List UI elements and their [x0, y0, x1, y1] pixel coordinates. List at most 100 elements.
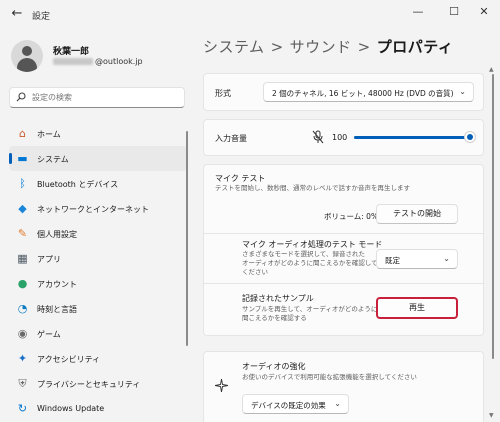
- test-mode-value: 既定: [385, 256, 400, 265]
- accessibility-icon: ✦: [17, 352, 28, 365]
- recorded-sample-title: 記録されたサンプル: [242, 294, 314, 303]
- play-button[interactable]: 再生: [376, 297, 458, 319]
- recorded-sample-desc-2: 聞こえるかを確認する: [242, 314, 307, 322]
- volume-percent: ボリューム: 0%: [324, 212, 379, 221]
- sidebar-item-label: プライバシーとセキュリティ: [37, 380, 141, 389]
- system-icon: ▬: [17, 152, 28, 165]
- sidebar-item-label: ゲーム: [37, 330, 61, 339]
- search-icon: [16, 92, 26, 105]
- sidebar-item[interactable]: ✦ アクセシビリティ: [9, 346, 187, 371]
- home-icon: ⌂: [19, 127, 26, 140]
- sidebar-item[interactable]: ⛨ プライバシーとセキュリティ: [9, 371, 187, 396]
- test-mode-title: マイク オーディオ処理のテスト モード: [242, 240, 383, 249]
- audio-enhance-value: デバイスの既定の効果: [251, 401, 326, 410]
- avatar-head: [22, 46, 32, 56]
- sidebar-item-label: 個人用設定: [37, 230, 77, 239]
- selection-indicator: [9, 153, 12, 164]
- time-language-icon: ◔: [17, 302, 28, 315]
- start-test-button[interactable]: テストの開始: [376, 204, 458, 224]
- mic-test-card: マイク テスト テストを開始し、数秒間、通常のレベルで話すか音声を再生します ボ…: [203, 164, 484, 234]
- input-volume-label: 入力音量: [215, 134, 247, 143]
- user-email-domain: @outlook.jp: [95, 57, 143, 66]
- format-dropdown[interactable]: 2 個のチャネル, 16 ビット, 48000 Hz (DVD の音質) ⌄: [263, 82, 474, 102]
- format-card: 形式 2 個のチャネル, 16 ビット, 48000 Hz (DVD の音質) …: [203, 73, 484, 111]
- chevron-down-icon: ⌄: [443, 254, 450, 263]
- input-volume-card: 入力音量 100: [203, 119, 484, 156]
- mic-test-title: マイク テスト: [215, 174, 266, 183]
- window-title: 設定: [32, 12, 51, 22]
- sidebar-item-label: システム: [37, 155, 69, 164]
- sidebar-item[interactable]: ◆ ネットワークとインターネット: [9, 196, 187, 221]
- account-icon: ●: [17, 277, 28, 290]
- audio-enhance-dropdown[interactable]: デバイスの既定の効果 ⌄: [242, 394, 349, 414]
- shield-icon: ⛨: [18, 377, 27, 390]
- recorded-sample-desc-1: サンプルを再生して、オーディオがどのように: [242, 305, 378, 313]
- sidebar-item[interactable]: ▬ システム: [9, 146, 187, 171]
- sidebar-item-label: アプリ: [37, 255, 61, 264]
- maximize-icon[interactable]: ☐: [444, 4, 464, 20]
- sidebar-item[interactable]: ● アカウント: [9, 271, 187, 296]
- sidebar-item-label: Windows Update: [37, 404, 105, 413]
- bluetooth-icon: ᛒ: [19, 177, 26, 190]
- input-volume-value: 100: [332, 133, 348, 142]
- title-bar: ← 設定 — ☐ ✕: [0, 0, 500, 28]
- chevron-down-icon: ⌄: [459, 87, 466, 96]
- scroll-up-arrow-icon[interactable]: ▲: [489, 66, 494, 73]
- test-mode-desc-3: ください: [242, 268, 268, 276]
- recorded-sample-row: 記録されたサンプル サンプルを再生して、オーディオがどのように 聞こえるかを確認…: [203, 284, 484, 336]
- search-box[interactable]: [9, 87, 185, 108]
- email-redaction: [53, 58, 93, 65]
- search-input[interactable]: [32, 91, 180, 104]
- audio-enhance-description: お使いのデバイスで利用可能な拡張機能を選択してください: [242, 373, 417, 381]
- format-label: 形式: [215, 89, 231, 98]
- user-name: 秋葉一郎: [53, 47, 90, 57]
- sidebar-item-label: Bluetooth とデバイス: [37, 180, 119, 189]
- test-mode-desc-1: さまざまなモードを選択して、録音された: [242, 250, 365, 258]
- update-icon: ↻: [17, 402, 28, 415]
- scroll-down-arrow-icon[interactable]: ▼: [489, 412, 494, 419]
- volume-slider-thumb-dot: [467, 134, 473, 140]
- content-scrollbar[interactable]: [492, 74, 494, 359]
- back-arrow-icon[interactable]: ←: [9, 6, 25, 22]
- avatar[interactable]: [11, 40, 43, 72]
- audio-enhance-title: オーディオの強化: [242, 362, 306, 371]
- sidebar-item[interactable]: ⌂ ホーム: [9, 121, 187, 146]
- volume-slider-thumb[interactable]: [464, 131, 476, 143]
- sidebar-scrollbar[interactable]: [186, 131, 188, 346]
- network-icon: ◆: [18, 202, 27, 215]
- breadcrumb-separator: >: [357, 38, 371, 56]
- apps-icon: ▦: [17, 252, 28, 265]
- sidebar-item[interactable]: ◔ 時刻と言語: [9, 296, 187, 321]
- sparkle-icon: [214, 378, 229, 395]
- audio-enhance-card: オーディオの強化 お使いのデバイスで利用可能な拡張機能を選択してください デバイ…: [203, 351, 484, 422]
- breadcrumb: システム > サウンド > プロパティ: [203, 36, 453, 57]
- sidebar-item[interactable]: ▦ アプリ: [9, 246, 187, 271]
- sidebar-item-label: 時刻と言語: [37, 305, 77, 314]
- sidebar-item[interactable]: ✎ 個人用設定: [9, 221, 187, 246]
- mic-muted-icon[interactable]: [312, 130, 324, 147]
- sidebar-item[interactable]: ◉ ゲーム: [9, 321, 187, 346]
- sidebar-item[interactable]: ᛒ Bluetooth とデバイス: [9, 171, 187, 196]
- minimize-icon[interactable]: —: [408, 4, 428, 20]
- volume-slider-track[interactable]: [354, 136, 470, 139]
- close-icon[interactable]: ✕: [474, 4, 494, 20]
- sidebar-nav: ⌂ ホーム ▬ システム ᛒ Bluetooth とデバイス ◆ ネットワークとインターネット…: [9, 121, 187, 421]
- user-email: @outlook.jp: [53, 57, 143, 66]
- format-value: 2 個のチャネル, 16 ビット, 48000 Hz (DVD の音質): [272, 89, 454, 98]
- sidebar-item[interactable]: ↻ Windows Update: [9, 396, 187, 421]
- breadcrumb-properties: プロパティ: [376, 38, 454, 56]
- test-mode-dropdown[interactable]: 既定 ⌄: [376, 249, 458, 269]
- breadcrumb-sound[interactable]: サウンド: [290, 38, 352, 56]
- breadcrumb-separator: >: [270, 38, 284, 56]
- test-mode-row: マイク オーディオ処理のテスト モード さまざまなモードを選択して、録音された …: [203, 234, 484, 284]
- volume-slider-fill: [354, 136, 470, 139]
- sidebar-item-label: ホーム: [37, 130, 61, 139]
- sidebar-item-label: アクセシビリティ: [37, 355, 101, 364]
- avatar-body: [17, 58, 37, 72]
- sidebar-item-label: ネットワークとインターネット: [37, 205, 149, 214]
- test-mode-desc-2: オーディオがどのように聞こえるかを確認して: [242, 259, 378, 267]
- brush-icon: ✎: [17, 227, 28, 240]
- sidebar-item-label: アカウント: [37, 280, 77, 289]
- gaming-icon: ◉: [17, 327, 28, 340]
- breadcrumb-system[interactable]: システム: [203, 38, 265, 56]
